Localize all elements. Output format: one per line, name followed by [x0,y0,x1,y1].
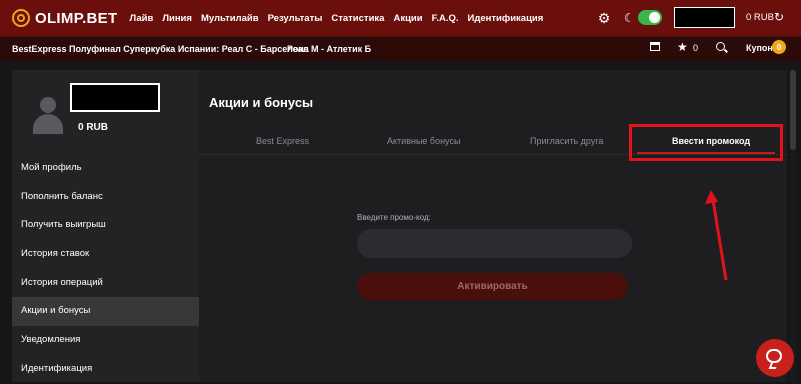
sidebar-item-bet-history[interactable]: История ставок [12,240,199,269]
nav-item-results[interactable]: Результаты [268,13,323,24]
main-nav: Лайв Линия Мультилайв Результаты Статист… [129,13,552,24]
username-box [70,83,160,112]
refresh-balance-icon[interactable]: ↻ [774,10,784,24]
avatar [30,94,66,134]
search-icon[interactable] [716,42,725,51]
chat-support-icon[interactable] [756,339,794,377]
logo[interactable]: OLIMP.BET [12,9,117,27]
sidebar-balance: 0 RUB [78,122,109,133]
gear-icon[interactable]: ⚙ [597,11,611,25]
nav-item-line[interactable]: Линия [162,13,192,24]
sidebar-item-transaction-history[interactable]: История операций [12,269,199,298]
nav-item-faq[interactable]: F.A.Q. [432,13,459,24]
nav-item-statistics[interactable]: Статистика [331,13,384,24]
header-balance: 0 RUB [746,12,774,23]
coupon-count-badge: 0 [772,40,786,54]
sidebar-item-withdraw[interactable]: Получить выигрыш [12,211,199,240]
profile-menu: Мой профиль Пополнить баланс Получить вы… [12,154,199,384]
star-icon[interactable]: ★ [677,40,688,54]
scrollbar-thumb[interactable] [790,70,796,150]
nav-item-multilive[interactable]: Мультилайв [201,13,259,24]
quick-link-match-1[interactable]: Полуфинал Суперкубка Испании: Реал С - Б… [69,44,309,54]
logo-text: OLIMP.BET [35,9,118,27]
quick-link-bestexpress[interactable]: BestExpress [12,44,67,54]
nav-item-live[interactable]: Лайв [129,13,153,24]
profile-sidebar: 0 RUB Мой профиль Пополнить баланс Получ… [12,70,199,382]
logo-icon [12,9,30,27]
annotation-arrow [705,190,728,281]
calendar-icon[interactable] [650,42,660,51]
sidebar-item-notifications[interactable]: Уведомления [12,326,199,355]
user-account-box[interactable] [674,7,735,28]
sidebar-item-my-profile[interactable]: Мой профиль [12,154,199,183]
coupon-button[interactable]: Купон [746,43,773,53]
favorites-count: 0 [693,43,699,53]
quick-link-match-2[interactable]: Реал М - Атлетик Б [287,44,371,54]
nav-item-promotions[interactable]: Акции [393,13,422,24]
sidebar-item-identification[interactable]: Идентификация [12,355,199,384]
theme-toggle[interactable] [638,10,662,25]
moon-icon: ☾ [624,11,635,25]
promotions-panel: Акции и бонусы Best Express Активные бон… [199,70,787,382]
nav-item-identification[interactable]: Идентификация [468,13,544,24]
sidebar-item-deposit[interactable]: Пополнить баланс [12,183,199,212]
sidebar-item-promotions[interactable]: Акции и бонусы [12,297,199,327]
